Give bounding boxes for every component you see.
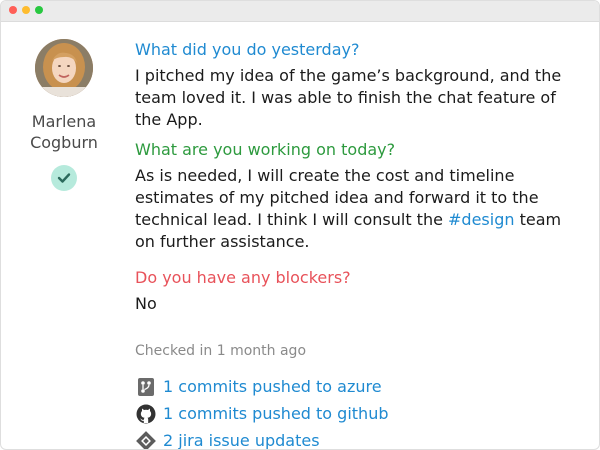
yesterday-question: What did you do yesterday? <box>135 40 360 59</box>
user-name: Marlena Cogburn <box>1 111 127 153</box>
activity-label: 1 commits pushed to github <box>163 404 389 423</box>
jira-icon <box>135 430 157 449</box>
checkmark-icon <box>57 173 71 183</box>
activity-item-github[interactable]: 1 commits pushed to github <box>135 400 575 427</box>
app-window: Marlena Cogburn What did you do yesterda… <box>0 0 600 450</box>
avatar-portrait-icon <box>35 39 93 97</box>
yesterday-section: What did you do yesterday? I pitched my … <box>135 39 575 131</box>
today-section: What are you working on today? As is nee… <box>135 139 575 253</box>
blockers-question: Do you have any blockers? <box>135 268 351 287</box>
minimize-window-button[interactable] <box>22 6 30 14</box>
today-question: What are you working on today? <box>135 140 396 159</box>
standup-report: What did you do yesterday? I pitched my … <box>135 39 575 450</box>
maximize-window-button[interactable] <box>35 6 43 14</box>
github-icon <box>135 403 157 425</box>
activity-list: 1 commits pushed to azure 1 commits push… <box>135 373 575 450</box>
window-titlebar <box>1 1 599 22</box>
checked-in-time: Checked in 1 month ago <box>135 343 307 359</box>
user-first-name: Marlena <box>31 112 97 131</box>
activity-item-azure[interactable]: 1 commits pushed to azure <box>135 373 575 400</box>
blockers-section: Do you have any blockers? No <box>135 267 575 315</box>
activity-label: 1 commits pushed to azure <box>163 377 382 396</box>
blockers-answer: No <box>135 294 157 313</box>
azure-repo-icon <box>135 376 157 398</box>
today-answer: As is needed, I will create the cost and… <box>135 165 575 253</box>
yesterday-answer: I pitched my idea of the game’s backgrou… <box>135 66 562 129</box>
avatar[interactable] <box>35 39 93 97</box>
user-panel: Marlena Cogburn <box>1 39 127 191</box>
checked-in-badge <box>51 165 77 191</box>
activity-item-jira[interactable]: 2 jira issue updates <box>135 427 575 450</box>
design-channel-link[interactable]: #design <box>448 210 514 229</box>
activity-label: 2 jira issue updates <box>163 431 320 450</box>
user-last-name: Cogburn <box>30 133 98 152</box>
close-window-button[interactable] <box>9 6 17 14</box>
